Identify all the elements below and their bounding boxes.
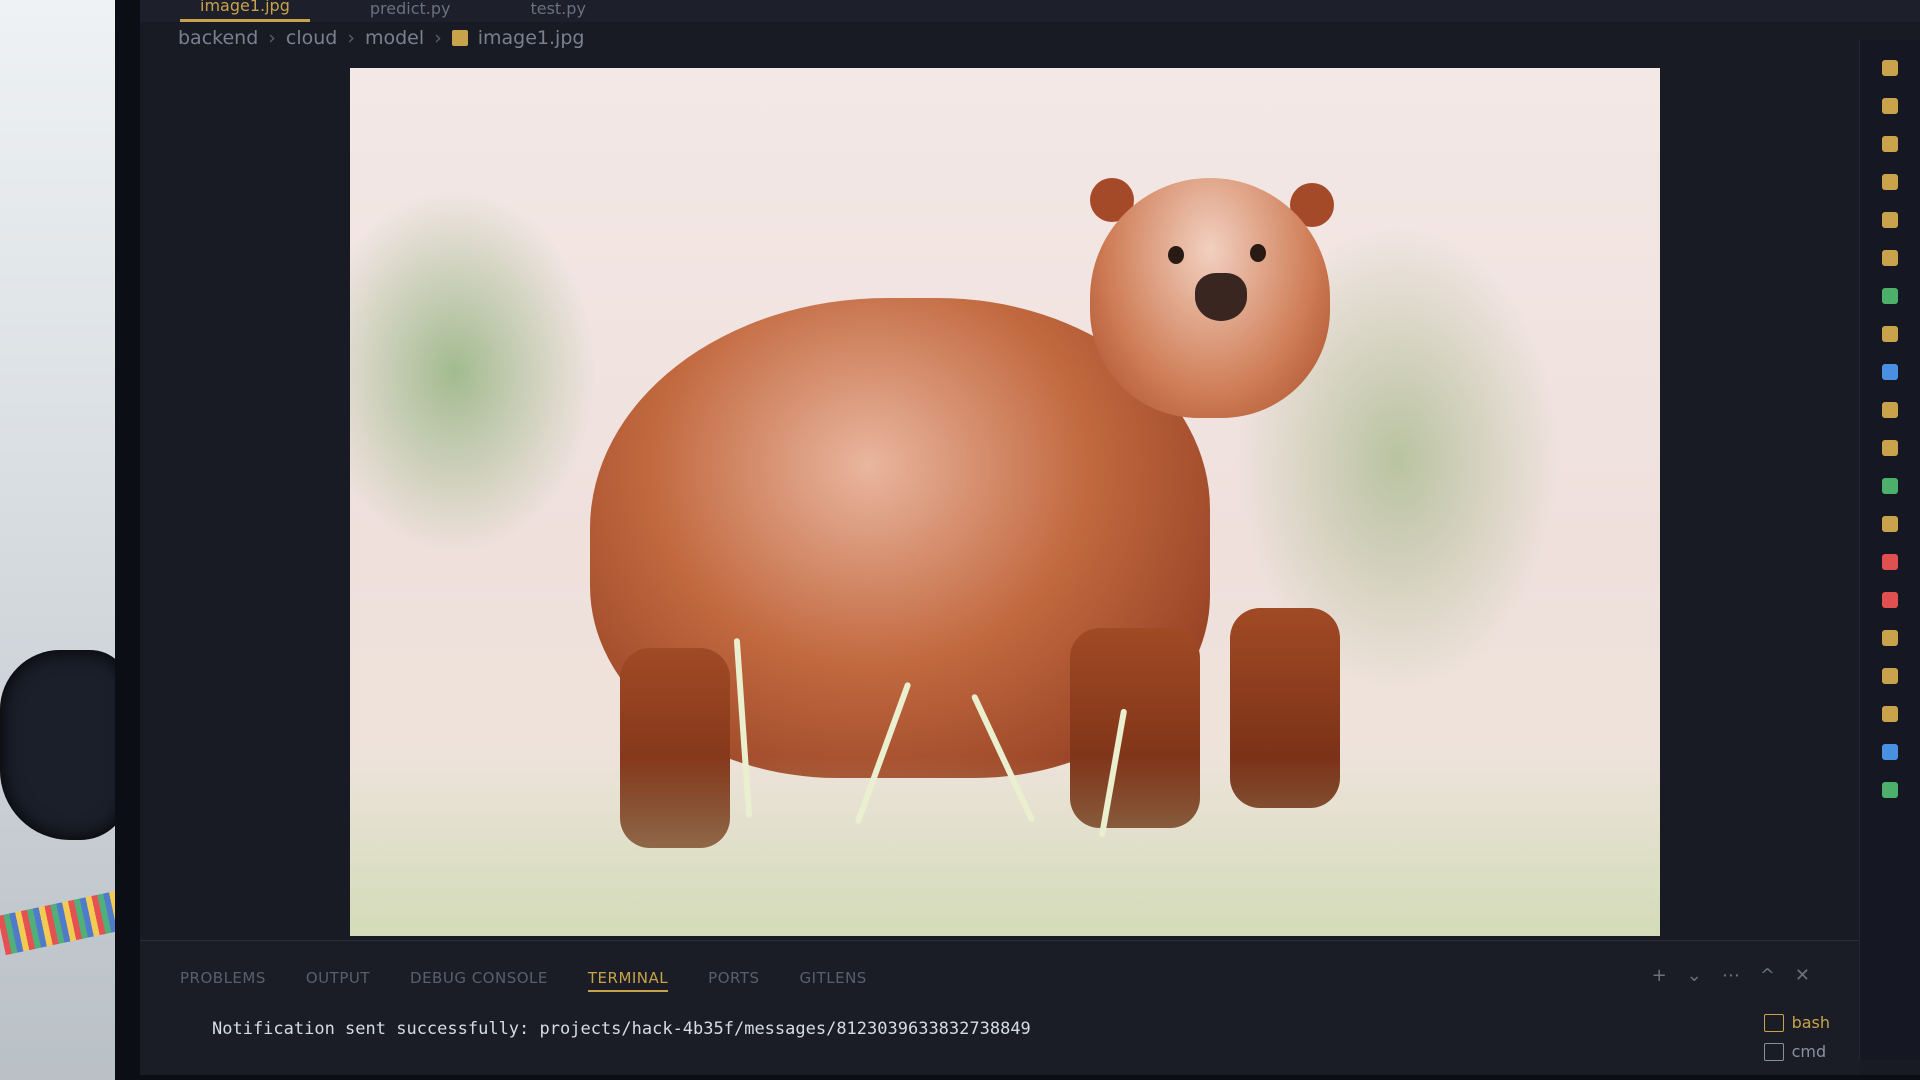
bear-eye [1168, 246, 1184, 264]
more-actions-button[interactable]: ⋯ [1722, 965, 1740, 986]
file-icon[interactable] [1882, 744, 1898, 760]
terminal-label: cmd [1791, 1042, 1827, 1061]
chevron-right-icon: › [434, 27, 442, 49]
terminal-dropdown-button[interactable]: ⌄ [1687, 965, 1702, 986]
tab-test[interactable]: test.py [510, 0, 605, 22]
file-icon[interactable] [1882, 136, 1898, 152]
file-icon[interactable] [1882, 60, 1898, 76]
terminal-output: Notification sent successfully: projects… [212, 1019, 1031, 1039]
chevron-right-icon: › [268, 27, 276, 49]
breadcrumb: backend › cloud › model › image1.jpg [178, 24, 584, 52]
file-explorer-strip [1859, 40, 1920, 1060]
file-icon[interactable] [1882, 174, 1898, 190]
grass [350, 756, 1660, 936]
terminal-item-cmd[interactable]: cmd [1763, 1042, 1830, 1061]
file-icon[interactable] [1882, 630, 1898, 646]
breadcrumb-item[interactable]: backend [178, 27, 258, 49]
file-icon[interactable] [1882, 516, 1898, 532]
tab-terminal[interactable]: TERMINAL [587, 969, 669, 992]
file-icon[interactable] [1882, 668, 1898, 684]
tab-ports[interactable]: PORTS [708, 969, 759, 992]
maximize-panel-button[interactable]: ^ [1760, 965, 1775, 986]
panel-tabs: PROBLEMS OUTPUT DEBUG CONSOLE TERMINAL P… [180, 969, 867, 992]
file-icon[interactable] [1882, 402, 1898, 418]
breadcrumb-item[interactable]: model [365, 27, 424, 49]
terminal-list: bash cmd [1763, 1013, 1830, 1061]
file-icon[interactable] [1882, 288, 1898, 304]
file-icon[interactable] [1882, 98, 1898, 114]
editor-tabs: image1.jpg predict.py test.py [140, 0, 1920, 22]
image-preview [350, 68, 1660, 936]
terminal-icon [1763, 1013, 1784, 1032]
bear-eye [1250, 244, 1266, 262]
image-file-icon [451, 30, 468, 46]
tab-debug-console[interactable]: DEBUG CONSOLE [410, 969, 548, 992]
tab-predict[interactable]: predict.py [350, 0, 471, 22]
terminal-item-bash[interactable]: bash [1763, 1013, 1830, 1032]
file-icon[interactable] [1882, 212, 1898, 228]
panel-actions: + ⌄ ⋯ ^ ✕ [1652, 965, 1810, 986]
file-icon[interactable] [1882, 440, 1898, 456]
tab-problems[interactable]: PROBLEMS [180, 969, 266, 992]
tab-gitlens[interactable]: GITLENS [800, 969, 867, 992]
file-icon[interactable] [1882, 478, 1898, 494]
bottom-panel: PROBLEMS OUTPUT DEBUG CONSOLE TERMINAL P… [140, 940, 1860, 1075]
file-icon[interactable] [1882, 706, 1898, 722]
file-icon[interactable] [1882, 782, 1898, 798]
breadcrumb-item[interactable]: image1.jpg [478, 27, 585, 49]
file-icon[interactable] [1882, 592, 1898, 608]
editor-window: image1.jpg predict.py test.py backend › … [140, 0, 1920, 1075]
new-terminal-button[interactable]: + [1652, 965, 1667, 986]
close-panel-button[interactable]: ✕ [1795, 965, 1810, 986]
tab-image1[interactable]: image1.jpg [180, 0, 310, 22]
bear-nose [1195, 273, 1247, 321]
file-icon[interactable] [1882, 326, 1898, 342]
headphones [0, 650, 130, 840]
file-icon[interactable] [1882, 364, 1898, 380]
terminal-label: bash [1791, 1013, 1830, 1032]
breadcrumb-item[interactable]: cloud [286, 27, 337, 49]
terminal-icon [1763, 1042, 1784, 1061]
file-icon[interactable] [1882, 554, 1898, 570]
file-icon[interactable] [1882, 250, 1898, 266]
chevron-right-icon: › [347, 27, 355, 49]
tab-output[interactable]: OUTPUT [306, 969, 370, 992]
